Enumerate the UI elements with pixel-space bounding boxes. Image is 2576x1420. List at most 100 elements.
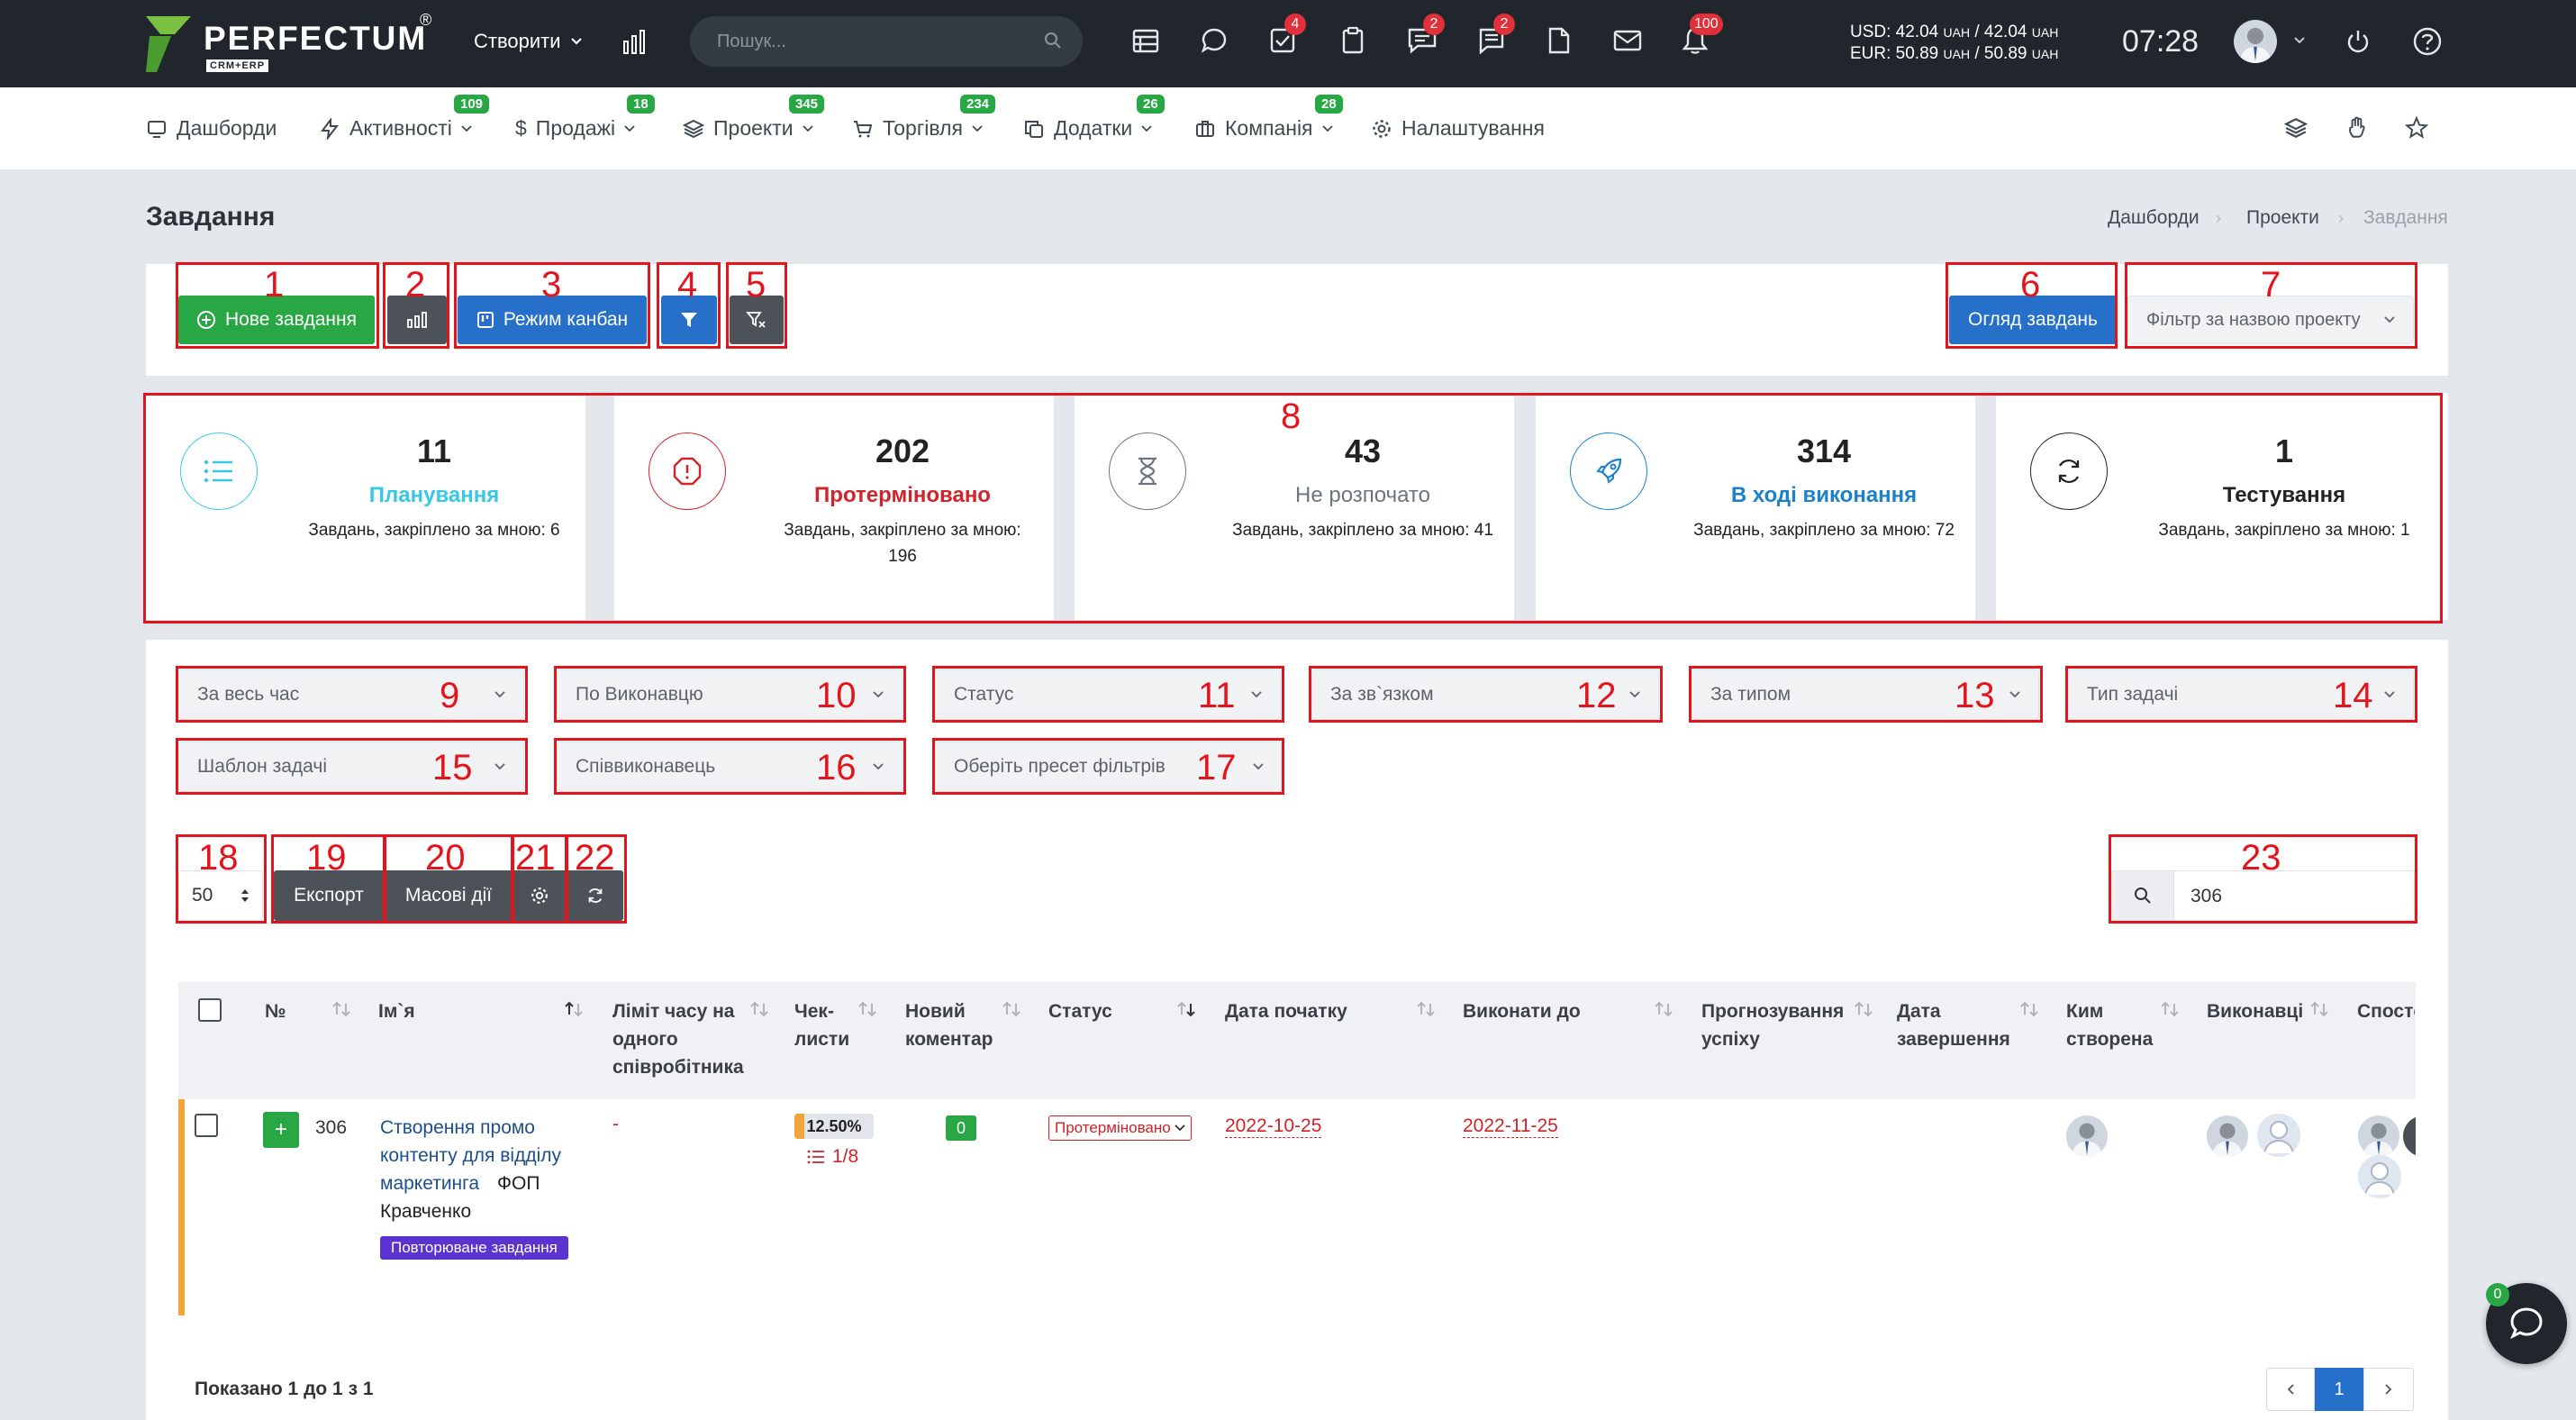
sort-asc-icon[interactable] [564, 1000, 584, 1018]
menu-trade[interactable]: Торгівля 234 [852, 95, 996, 141]
sort-icon[interactable] [1654, 1000, 1673, 1018]
col-forecast[interactable]: Прогнозування успіху [1701, 997, 1844, 1053]
layers-icon[interactable] [2284, 116, 2308, 140]
bulk-actions-button[interactable]: Масові дії [385, 870, 512, 921]
usd-rate: USD: 42.04 UAH / 42.04 UAH [1850, 23, 2059, 41]
menu-company[interactable]: Компанія 28 [1194, 95, 1343, 141]
sort-icon[interactable] [2309, 1000, 2329, 1018]
task-company[interactable]: ФОП [497, 1173, 540, 1194]
col-checklists[interactable]: Чек-листи [794, 997, 849, 1053]
task-name-link[interactable]: Створення промо контенту для відділу марке… [380, 1114, 561, 1225]
col-observers[interactable]: Спосте [2357, 997, 2415, 1025]
user-placeholder-icon [2263, 1121, 2294, 1154]
create-menu[interactable]: Створити [474, 30, 583, 53]
sort-icon[interactable] [2160, 1000, 2180, 1018]
col-due-date[interactable]: Виконати до [1463, 997, 1581, 1025]
bar-chart-icon[interactable] [621, 29, 649, 56]
col-status[interactable]: Статус [1048, 997, 1112, 1025]
assignee-avatar[interactable] [2207, 1115, 2248, 1157]
table-settings-button[interactable] [513, 870, 566, 921]
sort-icon[interactable] [1002, 1000, 1021, 1018]
page-size-select[interactable]: 50 [178, 870, 263, 921]
chat-widget-button[interactable]: 0 [2486, 1283, 2567, 1364]
menu-sales[interactable]: $ Продажі 18 [515, 95, 655, 141]
status-select[interactable]: Протерміновано [1048, 1115, 1192, 1141]
sort-desc-icon[interactable] [1176, 1000, 1196, 1018]
search-icon[interactable] [1043, 31, 1063, 50]
creator-avatar[interactable] [2066, 1115, 2108, 1157]
stat-card-testing[interactable]: 1 Тестування Завдань, закріплено за мною… [1996, 393, 2448, 620]
col-assignees[interactable]: Виконавці [2207, 997, 2303, 1025]
notifications[interactable]: 100 [1681, 14, 1723, 55]
tasks-notification[interactable]: 4 [1268, 14, 1306, 55]
sort-icon[interactable] [1854, 1000, 1873, 1018]
sort-icon[interactable] [1416, 1000, 1436, 1018]
due-date[interactable]: 2022-11-25 [1463, 1115, 1558, 1138]
bar-chart-icon [407, 312, 427, 328]
start-date[interactable]: 2022-10-25 [1225, 1115, 1322, 1138]
star-icon[interactable] [2405, 116, 2428, 140]
pagination-next[interactable] [2363, 1368, 2414, 1411]
calendar-icon[interactable] [1131, 26, 1160, 55]
hand-icon[interactable] [2345, 116, 2369, 140]
chevron-down-icon[interactable] [2293, 36, 2306, 45]
main-menu: Дашборди Активності 109 $ Продажі 18 Про… [0, 87, 2576, 170]
sort-icon[interactable] [857, 1000, 877, 1018]
logo-text[interactable]: PERFECTUM [204, 20, 427, 58]
menu-badge: 26 [1137, 95, 1165, 114]
breadcrumb-projects[interactable]: Проекти [2246, 207, 2319, 229]
filter-label: За зв`язком [1330, 684, 1434, 705]
col-number[interactable]: № [265, 997, 286, 1025]
col-new-comment[interactable]: Новий коментар [905, 997, 993, 1053]
help-icon[interactable] [2412, 26, 2443, 57]
table-search-input[interactable]: 306 [2173, 870, 2415, 921]
col-time-limit[interactable]: Ліміт часу на одного співробітника [612, 997, 744, 1081]
row-checkbox[interactable] [195, 1114, 218, 1137]
new-comments-badge[interactable]: 0 [946, 1115, 976, 1141]
global-search-input[interactable]: Пошук... [690, 16, 1083, 67]
pagination-prev[interactable] [2266, 1368, 2315, 1411]
user-avatar[interactable] [2234, 20, 2277, 63]
sort-icon[interactable] [2019, 1000, 2039, 1018]
expand-row-button[interactable]: + [263, 1112, 299, 1148]
page-size-value: 50 [192, 885, 213, 906]
pagination-page[interactable]: 1 [2315, 1368, 2363, 1411]
checklist-count[interactable]: 1/8 [807, 1146, 858, 1168]
export-button[interactable]: Експорт [274, 870, 384, 921]
observer-avatar-more[interactable] [2403, 1115, 2416, 1157]
sort-icon[interactable] [331, 1000, 351, 1018]
menu-dashboards[interactable]: Дашборди [146, 116, 277, 141]
select-all-checkbox[interactable] [198, 998, 222, 1022]
annotation-number: 18 [198, 838, 239, 878]
chat-bubble-icon[interactable] [1200, 26, 1229, 55]
power-icon[interactable] [2344, 27, 2372, 56]
stat-count: 1 [2274, 432, 2294, 469]
menu-settings[interactable]: Налаштування [1371, 116, 1545, 141]
breadcrumb-dashboards[interactable]: Дашборди [2108, 207, 2200, 229]
col-start-date[interactable]: Дата початку [1225, 997, 1347, 1025]
observer-avatar-placeholder[interactable] [2358, 1155, 2401, 1198]
col-created-by[interactable]: Ким створена [2066, 997, 2153, 1053]
stat-card-overdue[interactable]: 202 Протерміновано Завдань, закріплено з… [614, 393, 1054, 620]
sort-icon[interactable] [749, 1000, 769, 1018]
period-filter[interactable]: За весь час [178, 669, 524, 720]
messages-notification[interactable]: 2 [1477, 14, 1515, 55]
stat-sub: Завдань, закріплено за мною: 6 [308, 521, 560, 540]
reload-button[interactable] [567, 870, 623, 921]
notifications-badge: 100 [1690, 14, 1723, 35]
col-name[interactable]: Ім`я [378, 997, 415, 1025]
stat-card-in-progress[interactable]: 314 В ході виконання Завдань, закріплено… [1536, 393, 1975, 620]
menu-projects[interactable]: Проекти 345 [683, 95, 825, 141]
document-icon[interactable] [1546, 26, 1573, 55]
chat-notification[interactable]: 2 [1407, 14, 1445, 55]
col-finish-date[interactable]: Дата завершення [1897, 997, 2010, 1053]
assignee-avatar-placeholder[interactable] [2257, 1114, 2300, 1157]
menu-addons[interactable]: Додатки 26 [1023, 95, 1165, 141]
mail-icon[interactable] [1612, 26, 1643, 55]
clipboard-icon[interactable] [1338, 26, 1367, 55]
logo-icon[interactable] [144, 14, 195, 74]
observer-avatar[interactable] [2358, 1115, 2399, 1157]
stat-card-planning[interactable]: 11 Планування Завдань, закріплено за мно… [146, 393, 585, 620]
stat-icon-wrap [2030, 432, 2108, 510]
menu-activities[interactable]: Активності 109 [319, 95, 490, 141]
